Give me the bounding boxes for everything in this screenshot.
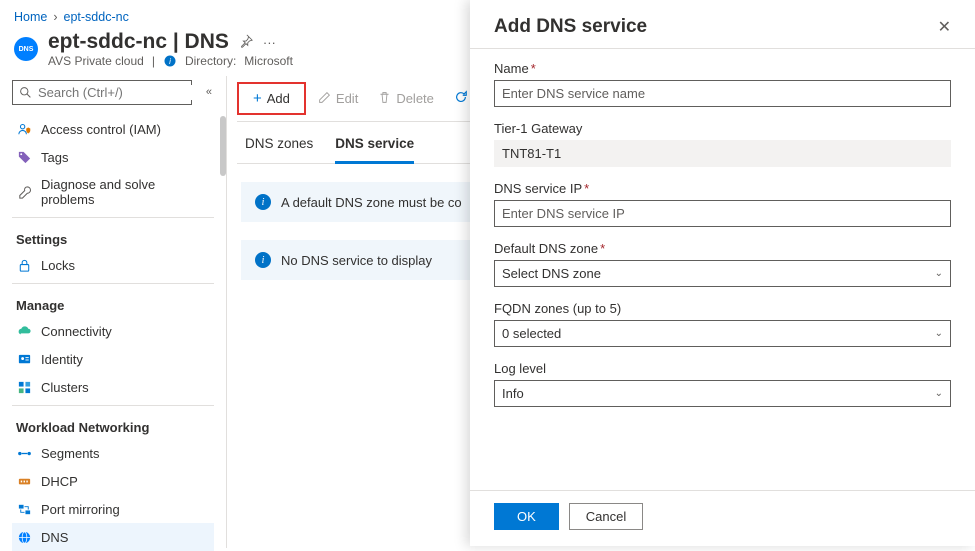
clusters-icon — [16, 379, 32, 395]
delete-button[interactable]: Delete — [370, 87, 442, 111]
segments-icon — [16, 445, 32, 461]
directory-value: Microsoft — [244, 54, 293, 68]
info-icon: i — [255, 194, 271, 210]
sidebar-item-label: DNS — [41, 530, 68, 545]
wrench-icon — [16, 184, 32, 200]
panel-title: Add DNS service — [494, 16, 647, 38]
divider — [12, 405, 214, 406]
tag-icon — [16, 149, 32, 165]
identity-icon — [16, 351, 32, 367]
default-zone-select[interactable]: Select DNS zone ⌄ — [494, 260, 951, 287]
sidebar: « Access control (IAM) Tags Diagnose and… — [0, 76, 226, 548]
name-input[interactable] — [494, 80, 951, 107]
tab-dns-service[interactable]: DNS service — [335, 136, 414, 164]
page-title: ept-sddc-nc | DNS — [48, 30, 229, 54]
sidebar-item-label: Diagnose and solve problems — [41, 177, 210, 207]
resource-type: AVS Private cloud — [48, 54, 144, 68]
collapse-toggle-icon[interactable]: « — [206, 86, 212, 98]
log-select[interactable]: Info ⌄ — [494, 380, 951, 407]
chevron-down-icon: ⌄ — [935, 328, 943, 339]
add-label: Add — [267, 91, 290, 106]
sidebar-item-label: Identity — [41, 352, 83, 367]
section-settings: Settings — [12, 222, 214, 251]
sidebar-item-clusters[interactable]: Clusters — [12, 373, 214, 401]
sidebar-item-port-mirroring[interactable]: Port mirroring — [12, 495, 214, 523]
sidebar-item-dns[interactable]: DNS — [12, 523, 214, 551]
sidebar-item-connectivity[interactable]: Connectivity — [12, 317, 214, 345]
divider — [12, 283, 214, 284]
sidebar-item-label: Port mirroring — [41, 502, 120, 517]
trash-icon — [378, 91, 391, 107]
info-icon: i — [255, 252, 271, 268]
search-input[interactable] — [38, 85, 214, 100]
close-icon[interactable]: ✕ — [938, 17, 951, 37]
plus-icon: + — [253, 90, 262, 107]
refresh-icon — [454, 90, 468, 107]
port-mirroring-icon — [16, 501, 32, 517]
search-icon — [19, 86, 32, 100]
sidebar-item-label: Segments — [41, 446, 100, 461]
divider — [12, 217, 214, 218]
banner-text: No DNS service to display — [281, 253, 432, 268]
tab-dns-zones[interactable]: DNS zones — [245, 136, 313, 163]
add-dns-service-panel: Add DNS service ✕ Name* Tier-1 Gateway T… — [470, 0, 975, 546]
sidebar-item-identity[interactable]: Identity — [12, 345, 214, 373]
select-value: Info — [502, 386, 524, 401]
ok-button[interactable]: OK — [494, 503, 559, 530]
pin-icon[interactable] — [239, 34, 253, 51]
log-label: Log level — [494, 361, 951, 376]
sidebar-item-tags[interactable]: Tags — [12, 143, 214, 171]
scrollbar-handle[interactable] — [220, 116, 226, 176]
sidebar-item-access-control[interactable]: Access control (IAM) — [12, 115, 214, 143]
tier1-label: Tier-1 Gateway — [494, 121, 951, 136]
select-value: Select DNS zone — [502, 266, 601, 281]
person-icon — [16, 121, 32, 137]
search-input-wrapper[interactable] — [12, 80, 192, 105]
sidebar-item-label: Locks — [41, 258, 75, 273]
highlight-box: + Add — [237, 82, 306, 115]
sidebar-item-dhcp[interactable]: DHCP — [12, 467, 214, 495]
name-label: Name* — [494, 61, 951, 76]
fqdn-select[interactable]: 0 selected ⌄ — [494, 320, 951, 347]
tier1-value: TNT81-T1 — [494, 140, 951, 167]
directory-label: Directory: — [185, 54, 236, 68]
svg-text:i: i — [169, 57, 171, 66]
ip-input[interactable] — [494, 200, 951, 227]
edit-label: Edit — [336, 91, 358, 106]
sidebar-item-label: Access control (IAM) — [41, 122, 161, 137]
dhcp-icon — [16, 473, 32, 489]
cancel-button[interactable]: Cancel — [569, 503, 643, 530]
resource-icon: DNS — [14, 37, 38, 61]
section-workload: Workload Networking — [12, 410, 214, 439]
sidebar-item-label: Clusters — [41, 380, 89, 395]
cloud-icon — [16, 323, 32, 339]
divider — [470, 48, 975, 49]
more-icon[interactable]: ··· — [263, 35, 276, 50]
edit-button[interactable]: Edit — [310, 87, 366, 111]
separator: | — [152, 54, 155, 68]
chevron-down-icon: ⌄ — [935, 268, 943, 279]
dns-icon — [16, 529, 32, 545]
ip-label: DNS service IP* — [494, 181, 951, 196]
breadcrumb-home[interactable]: Home — [14, 10, 47, 24]
sidebar-item-locks[interactable]: Locks — [12, 251, 214, 279]
chevron-down-icon: ⌄ — [935, 388, 943, 399]
default-zone-label: Default DNS zone* — [494, 241, 951, 256]
sidebar-item-label: Tags — [41, 150, 68, 165]
section-manage: Manage — [12, 288, 214, 317]
banner-text: A default DNS zone must be co — [281, 195, 462, 210]
lock-icon — [16, 257, 32, 273]
directory-info-icon: i — [163, 54, 177, 68]
sidebar-item-label: Connectivity — [41, 324, 112, 339]
delete-label: Delete — [396, 91, 434, 106]
sidebar-item-diagnose[interactable]: Diagnose and solve problems — [12, 171, 214, 213]
sidebar-item-label: DHCP — [41, 474, 78, 489]
add-button[interactable]: + Add — [245, 86, 298, 111]
pencil-icon — [318, 91, 331, 107]
sidebar-item-segments[interactable]: Segments — [12, 439, 214, 467]
select-value: 0 selected — [502, 326, 561, 341]
breadcrumb-resource[interactable]: ept-sddc-nc — [64, 10, 129, 24]
breadcrumb-separator: › — [53, 10, 57, 24]
fqdn-label: FQDN zones (up to 5) — [494, 301, 951, 316]
